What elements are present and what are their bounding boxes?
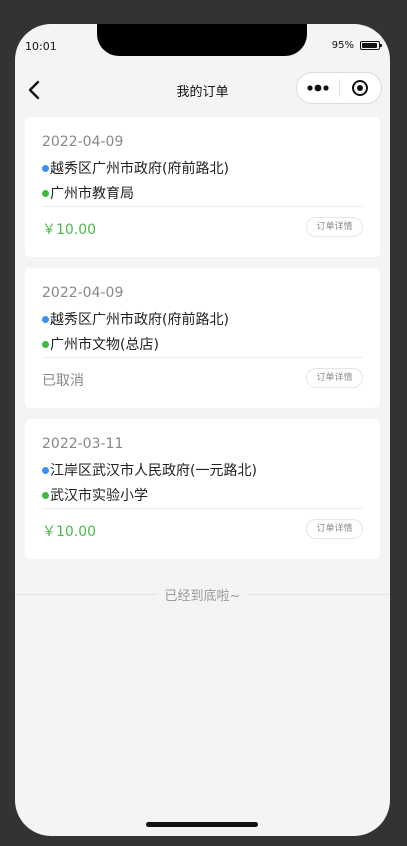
destination-dot-icon	[42, 491, 49, 499]
end-divider-right	[248, 593, 390, 595]
destination-address: 广州市教育局	[50, 186, 134, 202]
battery-fill	[362, 43, 378, 48]
order-origin: 江岸区武汉市人民政府(一元路北)	[42, 460, 257, 480]
more-button[interactable]	[297, 73, 339, 103]
destination-address: 武汉市实验小学	[50, 488, 148, 504]
card-divider	[42, 508, 363, 509]
origin-dot-icon	[42, 164, 49, 172]
navigation-bar: 我的订单	[15, 68, 390, 112]
origin-dot-icon	[42, 466, 49, 474]
origin-address: 越秀区广州市政府(府前路北)	[50, 312, 229, 328]
order-price: ￥10.00	[42, 222, 97, 238]
order-destination: 广州市教育局	[42, 183, 134, 203]
order-origin: 越秀区广州市政府(府前路北)	[42, 158, 229, 178]
order-destination: 武汉市实验小学	[42, 485, 148, 505]
battery-icon	[360, 41, 382, 50]
mini-program-capsule	[296, 72, 382, 104]
phone-screen: 10:01 95% 我的订单 2022-04-09 越秀区广州市政府(府前路北)…	[15, 24, 390, 836]
destination-address: 广州市文物(总店)	[50, 337, 159, 353]
origin-address: 江岸区武汉市人民政府(一元路北)	[50, 463, 257, 479]
order-card[interactable]: 2022-04-09 越秀区广州市政府(府前路北) 广州市文物(总店) 已取消 …	[25, 268, 380, 408]
origin-address: 越秀区广州市政府(府前路北)	[50, 161, 229, 177]
order-cancelled-status: 已取消	[42, 373, 84, 389]
order-date: 2022-04-09	[42, 285, 124, 301]
target-circle-icon	[352, 80, 369, 96]
card-divider	[42, 357, 363, 358]
end-divider-left	[15, 593, 157, 595]
card-divider	[42, 206, 363, 207]
order-price: ￥10.00	[42, 524, 97, 540]
list-end-text: 已经到底啦~	[164, 588, 241, 604]
status-right: 95%	[331, 40, 382, 51]
home-indicator[interactable]	[146, 822, 258, 827]
more-dots-icon	[307, 84, 329, 92]
device-notch	[97, 24, 307, 56]
order-destination: 广州市文物(总店)	[42, 334, 159, 354]
order-card[interactable]: 2022-03-11 江岸区武汉市人民政府(一元路北) 武汉市实验小学 ￥10.…	[25, 419, 380, 559]
destination-dot-icon	[42, 340, 49, 348]
order-date: 2022-04-09	[42, 134, 124, 150]
origin-dot-icon	[42, 315, 49, 323]
close-button[interactable]	[340, 73, 381, 103]
list-end-marker: 已经到底啦~	[15, 584, 390, 604]
battery-percent: 95%	[331, 40, 354, 51]
order-detail-button[interactable]: 订单详情	[306, 519, 363, 539]
order-origin: 越秀区广州市政府(府前路北)	[42, 309, 229, 329]
battery-cap	[380, 44, 382, 47]
order-card[interactable]: 2022-04-09 越秀区广州市政府(府前路北) 广州市教育局 ￥10.00 …	[25, 117, 380, 257]
status-time: 10:01	[25, 40, 57, 53]
order-detail-button[interactable]: 订单详情	[306, 368, 363, 388]
destination-dot-icon	[42, 189, 49, 197]
order-date: 2022-03-11	[42, 436, 124, 452]
order-detail-button[interactable]: 订单详情	[306, 217, 363, 237]
